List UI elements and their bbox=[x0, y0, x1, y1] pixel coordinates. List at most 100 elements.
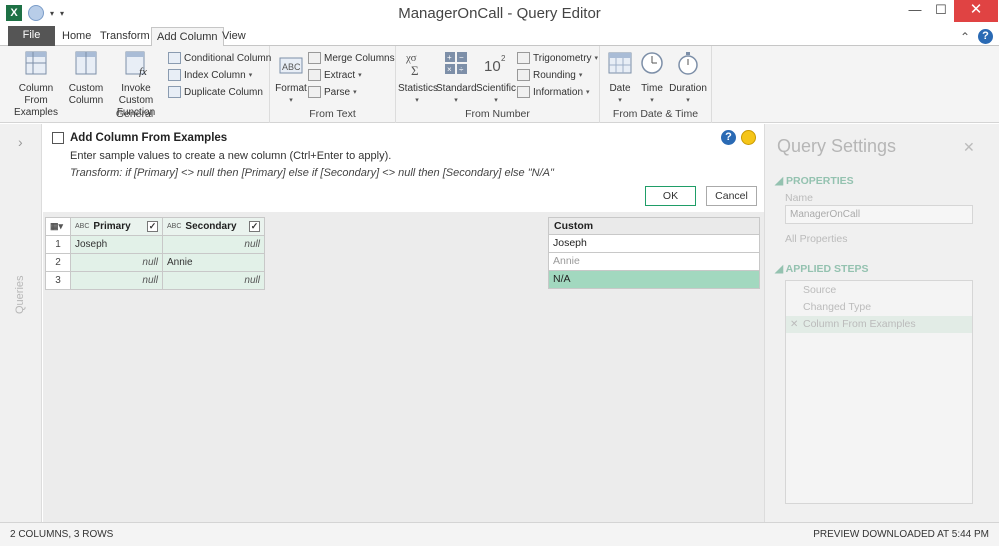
custom-column-label: Custom Column bbox=[68, 83, 104, 106]
properties-section[interactable]: ◢ PROPERTIES bbox=[775, 175, 854, 187]
applied-step[interactable]: Changed Type bbox=[786, 299, 972, 316]
table-cell[interactable]: null bbox=[70, 271, 163, 290]
query-settings-pane: Query Settings ✕ ◢ PROPERTIES Name Manag… bbox=[764, 124, 999, 522]
maximize-button[interactable]: ☐ bbox=[926, 0, 956, 22]
applied-step[interactable]: Source bbox=[786, 282, 972, 299]
applied-step-selected[interactable]: ✕ Column From Examples bbox=[786, 316, 972, 333]
row-number: 1 bbox=[45, 235, 71, 254]
trigonometry-icon bbox=[517, 52, 530, 64]
time-button[interactable]: Time ▾ bbox=[636, 49, 668, 107]
column-header-label: Primary bbox=[93, 221, 131, 232]
svg-text:Σ: Σ bbox=[411, 63, 419, 77]
checkbox-icon[interactable]: ✓ bbox=[249, 221, 260, 232]
rounding-button[interactable]: Rounding ▾ bbox=[517, 67, 582, 83]
standard-icon: + −× ÷ bbox=[445, 52, 467, 74]
tab-add-column[interactable]: Add Column bbox=[151, 27, 224, 47]
checkbox-icon[interactable]: ✓ bbox=[147, 221, 158, 232]
format-button[interactable]: ABC Format ▾ bbox=[274, 49, 308, 107]
parse-button[interactable]: Parse ▾ bbox=[308, 84, 357, 100]
column-from-examples-icon bbox=[25, 51, 47, 75]
close-icon[interactable]: ✕ bbox=[963, 139, 975, 156]
examples-smile-icon[interactable] bbox=[741, 130, 756, 145]
information-icon bbox=[517, 86, 530, 98]
statistics-label: Statistics bbox=[398, 83, 439, 94]
conditional-column-icon bbox=[168, 52, 181, 64]
column-header-primary[interactable]: ABC Primary ✓ bbox=[70, 217, 163, 236]
standard-dropdown-icon: ▾ bbox=[454, 97, 458, 104]
data-grid: ▦▾ ABC Primary ✓ ABC Secondary ✓ 1 Josep… bbox=[45, 217, 265, 290]
date-label: Date bbox=[609, 83, 631, 94]
table-row: 3 null null bbox=[45, 271, 265, 290]
all-properties-link[interactable]: All Properties bbox=[785, 233, 847, 245]
tab-view[interactable]: View bbox=[222, 27, 246, 46]
extract-icon bbox=[308, 69, 321, 81]
text-type-icon[interactable]: ABC bbox=[75, 223, 89, 230]
rounding-label: Rounding bbox=[533, 69, 576, 81]
custom-column-editor: Custom Joseph Annie N/A bbox=[548, 217, 760, 289]
row-number: 2 bbox=[45, 253, 71, 272]
applied-step-label: Column From Examples bbox=[803, 318, 916, 330]
table-cell[interactable]: null bbox=[162, 235, 265, 254]
delete-step-icon[interactable]: ✕ bbox=[790, 316, 798, 333]
text-type-icon[interactable]: ABC bbox=[167, 223, 181, 230]
custom-column-button[interactable]: Custom Column bbox=[68, 49, 104, 107]
expand-queries-icon[interactable]: › bbox=[18, 134, 23, 150]
column-header-secondary[interactable]: ABC Secondary ✓ bbox=[162, 217, 265, 236]
collapse-ribbon-icon[interactable]: ⌃ bbox=[960, 30, 970, 44]
format-label: Format bbox=[275, 83, 307, 94]
statistics-button[interactable]: χσ Σ Statistics ▾ bbox=[398, 49, 439, 107]
table-cell[interactable]: null bbox=[70, 253, 163, 272]
ok-button[interactable]: OK bbox=[645, 186, 696, 206]
duplicate-column-icon bbox=[168, 86, 181, 98]
examples-subtitle: Enter sample values to create a new colu… bbox=[70, 150, 392, 162]
properties-label: PROPERTIES bbox=[786, 175, 854, 187]
custom-column-header[interactable]: Custom bbox=[548, 217, 760, 235]
scientific-label: Scientific bbox=[476, 83, 517, 94]
group-from-date-time-label: From Date & Time bbox=[612, 108, 699, 120]
scientific-button[interactable]: 10 2 Scientific ▾ bbox=[476, 49, 516, 107]
table-cell[interactable]: Joseph bbox=[70, 235, 163, 254]
conditional-column-button[interactable]: Conditional Column bbox=[168, 50, 271, 66]
standard-label: Standard bbox=[436, 83, 477, 94]
format-dropdown-icon: ▾ bbox=[289, 97, 293, 104]
duration-button[interactable]: Duration ▾ bbox=[668, 49, 708, 107]
close-button[interactable]: ✕ bbox=[954, 0, 998, 22]
custom-cell-input[interactable]: Annie bbox=[548, 253, 760, 271]
tab-home[interactable]: Home bbox=[62, 27, 91, 46]
information-label: Information bbox=[533, 86, 584, 98]
examples-title: Add Column From Examples bbox=[70, 132, 228, 144]
examples-help-icon[interactable]: ? bbox=[721, 130, 736, 145]
invoke-function-icon: fx bbox=[125, 51, 147, 78]
index-column-button[interactable]: Index Column ▾ bbox=[168, 67, 252, 83]
group-from-number-label: From Number bbox=[465, 108, 530, 120]
cancel-button[interactable]: Cancel bbox=[706, 186, 757, 206]
standard-button[interactable]: + − × ÷ Standard ▾ bbox=[436, 49, 477, 107]
extract-button[interactable]: Extract ▾ bbox=[308, 67, 362, 83]
table-cell[interactable]: Annie bbox=[162, 253, 265, 272]
information-button[interactable]: Information ▾ bbox=[517, 84, 590, 100]
table-cell[interactable]: null bbox=[162, 271, 265, 290]
table-menu-icon[interactable]: ▦▾ bbox=[45, 217, 71, 236]
transform-formula: Transform: if [Primary] <> null then [Pr… bbox=[70, 167, 554, 179]
custom-cell-input[interactable]: Joseph bbox=[548, 235, 760, 253]
time-label: Time bbox=[641, 83, 663, 94]
queries-label[interactable]: Queries bbox=[14, 275, 26, 314]
merge-columns-button[interactable]: Merge Columns bbox=[308, 50, 395, 66]
clock-icon bbox=[641, 52, 663, 74]
examples-table-icon bbox=[52, 132, 64, 144]
trigonometry-button[interactable]: Trigonometry ▾ bbox=[517, 50, 598, 66]
date-dropdown-icon: ▾ bbox=[618, 97, 622, 104]
row-number: 3 bbox=[45, 271, 71, 290]
query-name-input[interactable]: ManagerOnCall bbox=[785, 205, 973, 224]
index-column-icon bbox=[168, 69, 181, 81]
applied-steps-section[interactable]: ◢ APPLIED STEPS bbox=[775, 263, 868, 275]
date-button[interactable]: Date ▾ bbox=[604, 49, 636, 107]
tab-file[interactable]: File bbox=[8, 26, 55, 46]
custom-cell-input[interactable]: N/A bbox=[548, 271, 760, 289]
duplicate-column-button[interactable]: Duplicate Column bbox=[168, 84, 263, 100]
group-general-label: General bbox=[115, 108, 154, 120]
tab-transform[interactable]: Transform bbox=[100, 27, 150, 46]
ribbon: Column From Examples Custom Column fx In… bbox=[0, 46, 999, 123]
help-icon[interactable]: ? bbox=[978, 29, 993, 44]
merge-columns-label: Merge Columns bbox=[324, 52, 395, 64]
